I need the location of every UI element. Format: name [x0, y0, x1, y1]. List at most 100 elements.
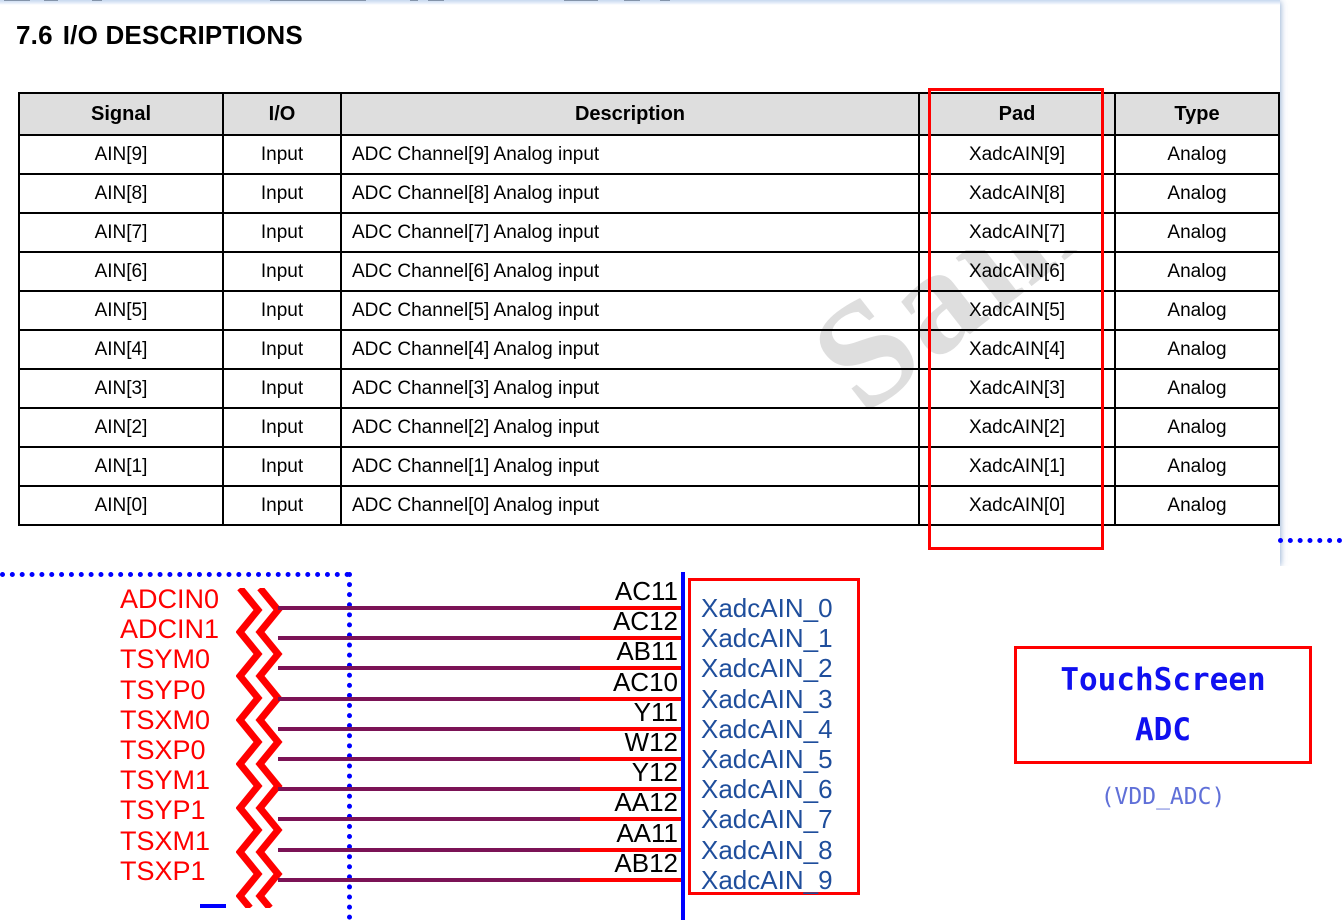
signal-label: TSXP0 [120, 735, 206, 765]
cell-signal: AIN[6] [18, 251, 224, 292]
column-header-type: Type [1114, 92, 1280, 136]
cell-desc: ADC Channel[7] Analog input [340, 212, 920, 253]
signal-label: TSXM0 [120, 704, 211, 735]
signal-label: ADCIN1 [120, 614, 220, 645]
ball-label: AB12 [614, 847, 678, 878]
cell-io: Input [222, 368, 342, 409]
table-row: AIN[6] Input ADC Channel[6] Analog input Xa… [18, 251, 1280, 292]
column-header-pad: Pad [918, 92, 1116, 136]
cell-type: Analog [1114, 407, 1280, 448]
dotted-boundary-right [1278, 538, 1342, 543]
cell-signal: AIN[0] [18, 485, 224, 526]
xadc-pad-label: XadcAIN_1 [701, 623, 833, 654]
cell-type: Analog [1114, 368, 1280, 409]
cell-type: Analog [1114, 134, 1280, 175]
cell-type: Analog [1114, 212, 1280, 253]
xadc-pad-label: XadcAIN_5 [701, 744, 833, 774]
blue-stub-mark [200, 904, 226, 908]
io-descriptions-table: Signal I/O Description Pad Type AIN[9] In… [18, 92, 1280, 526]
cell-pad: XadcAIN[7] [918, 212, 1116, 253]
cell-io: Input [222, 251, 342, 292]
dotted-boundary-vertical [347, 572, 352, 920]
ball-label: W12 [624, 727, 678, 757]
table-row: AIN[9] Input ADC Channel[9] Analog input Xa… [18, 134, 1280, 175]
ball-label: AB11 [616, 636, 678, 667]
cell-io: Input [222, 290, 342, 331]
previous-page-sliver [0, 0, 1280, 5]
cell-desc: ADC Channel[5] Analog input [340, 290, 920, 331]
cell-io: Input [222, 134, 342, 175]
cell-pad: XadcAIN[4] [918, 329, 1116, 370]
signal-label: TSXM1 [120, 825, 211, 856]
touchscreen-adc-line1: TouchScreen [1060, 662, 1266, 698]
table-row: AIN[1] Input ADC Channel[1] Analog input Xa… [18, 446, 1280, 487]
table-row: AIN[4] Input ADC Channel[4] Analog input Xa… [18, 329, 1280, 370]
cell-desc: ADC Channel[1] Analog input [340, 446, 920, 487]
cell-type: Analog [1114, 251, 1280, 292]
cell-desc: ADC Channel[3] Analog input [340, 368, 920, 409]
ball-label: AC11 [614, 576, 678, 606]
signal-label: TSYM1 [120, 765, 211, 796]
cell-pad: XadcAIN[9] [918, 134, 1116, 175]
cell-signal: AIN[7] [18, 212, 224, 253]
column-header-description: Description [340, 92, 920, 136]
section-title-text: I/O DESCRIPTIONS [62, 20, 303, 50]
cell-io: Input [222, 407, 342, 448]
cell-pad: XadcAIN[0] [918, 485, 1116, 526]
schematic-diagram: ADCIN0 AC11 ADCIN1 AC12 TSYM0 AB11 TSYP0 AC10 TS… [0, 538, 1342, 920]
cell-signal: AIN[4] [18, 329, 224, 370]
section-number: 7.6 [16, 20, 53, 50]
cell-pad: XadcAIN[8] [918, 173, 1116, 214]
cell-pad: XadcAIN[3] [918, 368, 1116, 409]
table-row: AIN[8] Input ADC Channel[8] Analog input Xa… [18, 173, 1280, 214]
column-header-signal: Signal [18, 92, 224, 136]
cell-type: Analog [1114, 485, 1280, 526]
cell-desc: ADC Channel[2] Analog input [340, 407, 920, 448]
xadc-pad-label: XadcAIN_2 [701, 653, 833, 684]
ball-label: Y12 [631, 757, 678, 788]
cell-desc: ADC Channel[9] Analog input [340, 134, 920, 175]
ball-label: AA11 [616, 817, 678, 848]
signal-label: TSYM0 [120, 644, 211, 675]
cell-signal: AIN[3] [18, 368, 224, 409]
signal-label: TSXP1 [120, 855, 206, 886]
signal-label: ADCIN0 [120, 584, 220, 614]
xadc-pad-label: XadcAIN_3 [701, 683, 833, 714]
table-row: AIN[5] Input ADC Channel[5] Analog input Xa… [18, 290, 1280, 331]
ball-label: Y11 [633, 696, 678, 727]
cell-type: Analog [1114, 173, 1280, 214]
cell-desc: ADC Channel[8] Analog input [340, 173, 920, 214]
cell-signal: AIN[8] [18, 173, 224, 214]
cell-pad: XadcAIN[2] [918, 407, 1116, 448]
cell-signal: AIN[1] [18, 446, 224, 487]
document-page: Samsung 7.6I/O DESCRIPTIONS Signal I/O D… [0, 0, 1280, 566]
cell-io: Input [222, 212, 342, 253]
cell-io: Input [222, 329, 342, 370]
xadc-pad-label: XadcAIN_7 [701, 804, 833, 835]
cell-io: Input [222, 446, 342, 487]
table-row: AIN[0] Input ADC Channel[0] Analog input Xa… [18, 485, 1280, 526]
signal-label: TSYP1 [120, 795, 206, 826]
ball-label: AC12 [612, 606, 678, 637]
cell-pad: XadcAIN[5] [918, 290, 1116, 331]
cell-desc: ADC Channel[4] Analog input [340, 329, 920, 370]
dotted-boundary-top [0, 572, 350, 577]
table-row: AIN[2] Input ADC Channel[2] Analog input Xa… [18, 407, 1280, 448]
chip-boundary-line [681, 572, 685, 920]
cell-desc: ADC Channel[6] Analog input [340, 251, 920, 292]
page-title: 7.6 I/O DESCRIPTIONS [16, 20, 303, 51]
cell-io: Input [222, 485, 342, 526]
ball-label: AC10 [612, 666, 678, 697]
table-row: AIN[3] Input ADC Channel[3] Analog input Xa… [18, 368, 1280, 409]
touchscreen-adc-line2: ADC [1135, 712, 1191, 748]
column-header-io: I/O [222, 92, 342, 136]
cell-type: Analog [1114, 329, 1280, 370]
cell-pad: XadcAIN[1] [918, 446, 1116, 487]
table-row: AIN[7] Input ADC Channel[7] Analog input Xa… [18, 212, 1280, 253]
xadc-pad-label: XadcAIN_6 [701, 774, 833, 805]
touchscreen-adc-supply-label: (VDD_ADC) [1100, 784, 1226, 810]
cell-signal: AIN[2] [18, 407, 224, 448]
xadc-pad-label: XadcAIN_4 [701, 713, 833, 744]
cell-pad: XadcAIN[6] [918, 251, 1116, 292]
table-header-row: Signal I/O Description Pad Type [18, 92, 1280, 136]
